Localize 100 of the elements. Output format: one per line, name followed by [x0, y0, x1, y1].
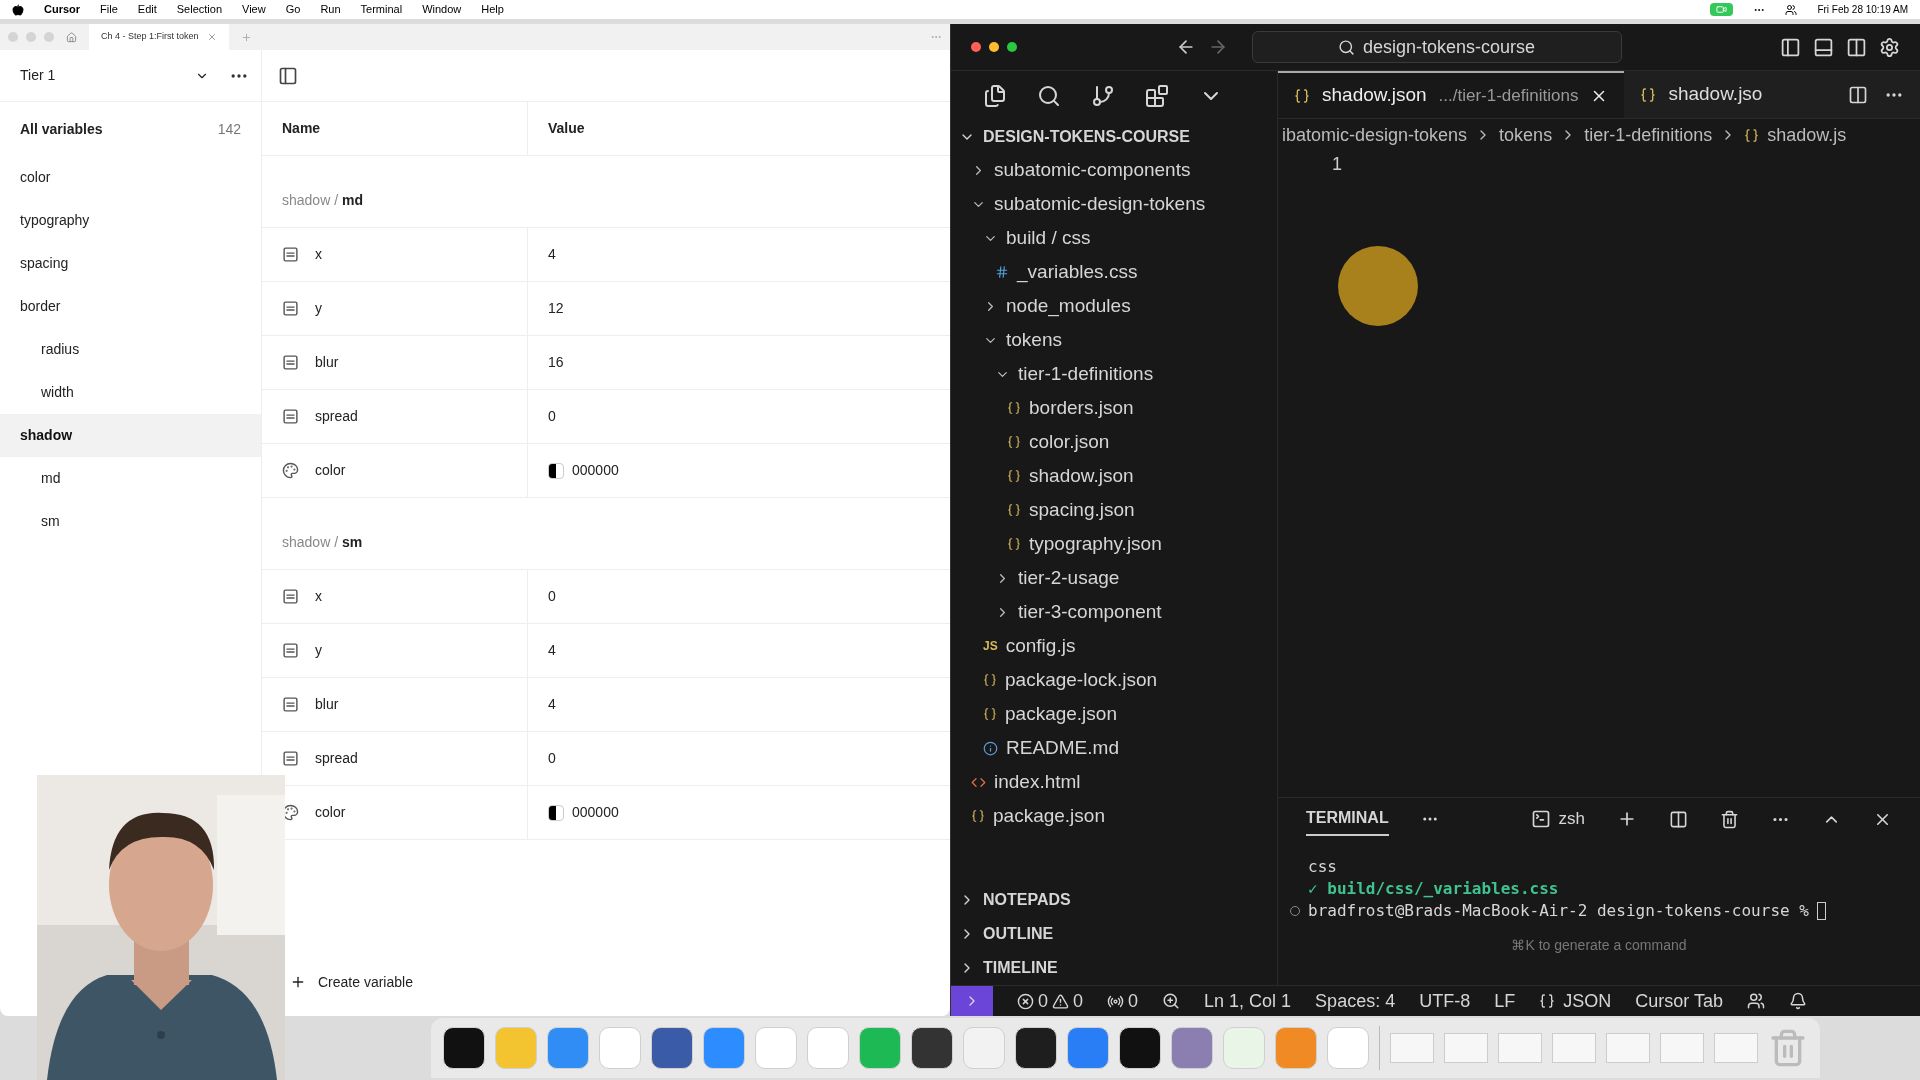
- folder-item[interactable]: build / css: [951, 221, 1277, 255]
- editor-tab[interactable]: shadow.jso: [1624, 71, 1779, 118]
- files-icon[interactable]: [983, 84, 1007, 108]
- variable-value[interactable]: 16: [548, 352, 564, 373]
- subgroup-item[interactable]: md: [0, 457, 261, 500]
- variable-name[interactable]: blur: [315, 352, 339, 373]
- minimize-button[interactable]: [989, 42, 999, 52]
- variable-name[interactable]: y: [315, 298, 322, 319]
- status-item[interactable]: Ln 1, Col 1: [1204, 987, 1292, 1015]
- explorer-entry[interactable]: typography.json: [951, 527, 1277, 561]
- variable-value[interactable]: 12: [548, 298, 564, 319]
- window-thumbnail[interactable]: [1551, 1033, 1596, 1063]
- app-icon[interactable]: [1118, 1027, 1161, 1069]
- variable-value[interactable]: 0: [548, 406, 556, 427]
- menu-item[interactable]: Help: [481, 1, 504, 18]
- zoom-button[interactable]: [1007, 42, 1017, 52]
- terminal-tab[interactable]: TERMINAL: [1306, 802, 1389, 836]
- explorer-root-header[interactable]: DESIGN-TOKENS-COURSE: [951, 121, 1277, 153]
- variable-value[interactable]: 0: [548, 748, 556, 769]
- window-thumbnail[interactable]: [1713, 1033, 1758, 1063]
- app-icon[interactable]: [910, 1027, 953, 1069]
- group-item[interactable]: typography: [0, 199, 261, 242]
- explorer-entry[interactable]: package.json: [951, 799, 1277, 833]
- variable-name[interactable]: spread: [315, 406, 358, 427]
- breadcrumb[interactable]: tier-1-definitions: [1584, 121, 1713, 149]
- section-header[interactable]: TIMELINE: [951, 951, 1277, 985]
- app-icon[interactable]: [442, 1027, 485, 1069]
- explorer-entry[interactable]: JS config.js: [951, 629, 1277, 663]
- search-icon[interactable]: [1037, 84, 1061, 108]
- menu-item[interactable]: Window: [422, 1, 462, 18]
- variable-name[interactable]: color: [315, 802, 346, 823]
- group-item[interactable]: border: [0, 285, 261, 328]
- sidebar-toggle-icon[interactable]: [278, 65, 298, 86]
- clock[interactable]: Fri Feb 28 10:19 AM: [1817, 2, 1908, 17]
- explorer-entry[interactable]: package.json: [951, 697, 1277, 731]
- explorer-entry[interactable]: color.json: [951, 425, 1277, 459]
- variable-name[interactable]: y: [315, 640, 322, 661]
- folder-item[interactable]: subatomic-design-tokens: [951, 187, 1277, 221]
- window-thumbnail[interactable]: [1605, 1033, 1650, 1063]
- explorer-entry[interactable]: borders.json: [951, 391, 1277, 425]
- home-icon[interactable]: [66, 31, 77, 43]
- variable-name[interactable]: spread: [315, 748, 358, 769]
- folder-item[interactable]: tier-1-definitions: [951, 357, 1277, 391]
- subgroup-item[interactable]: sm: [0, 500, 261, 543]
- cursor-tab-status[interactable]: Cursor Tab: [1635, 987, 1723, 1015]
- trash-icon[interactable]: [1720, 809, 1739, 829]
- window-thumbnail[interactable]: [1659, 1033, 1704, 1063]
- app-icon[interactable]: [1014, 1027, 1057, 1069]
- menu-item[interactable]: Run: [320, 1, 341, 18]
- folder-item[interactable]: tier-3-component: [951, 595, 1277, 629]
- command-search-field[interactable]: design-tokens-course: [1251, 31, 1622, 63]
- split-terminal-icon[interactable]: [1669, 809, 1688, 829]
- breadcrumb[interactable]: tokens: [1499, 121, 1553, 149]
- window-thumbnail[interactable]: [1497, 1033, 1542, 1063]
- menu-item[interactable]: View: [242, 1, 266, 18]
- create-variable-button[interactable]: Create variable: [290, 971, 413, 993]
- menu-item[interactable]: Go: [285, 1, 301, 18]
- status-item[interactable]: Spaces: 4: [1315, 987, 1396, 1015]
- variable-name[interactable]: blur: [315, 694, 339, 715]
- subgroup-item[interactable]: radius: [0, 328, 261, 371]
- bell-icon[interactable]: [1788, 992, 1807, 1010]
- explorer-entry[interactable]: package-lock.json: [951, 663, 1277, 697]
- variable-value[interactable]: 0: [548, 586, 556, 607]
- window-thumbnail[interactable]: [1389, 1033, 1434, 1063]
- shell-selector[interactable]: zsh: [1530, 806, 1585, 832]
- panel-bottom-icon[interactable]: [1813, 36, 1834, 58]
- group-item[interactable]: spacing: [0, 242, 261, 285]
- browser-tab[interactable]: Ch 4 - Step 1:First token: [89, 24, 229, 50]
- panel-left-icon[interactable]: [1780, 36, 1801, 58]
- color-swatch[interactable]: [548, 462, 564, 479]
- subgroup-item[interactable]: width: [0, 371, 261, 414]
- menu-item[interactable]: Terminal: [360, 1, 403, 18]
- section-header[interactable]: NOTEPADS: [951, 883, 1277, 917]
- language-mode[interactable]: JSON: [1539, 987, 1612, 1015]
- settings-icon[interactable]: [1879, 36, 1900, 58]
- color-swatch[interactable]: [548, 804, 564, 821]
- section-header[interactable]: OUTLINE: [951, 917, 1277, 951]
- group-item[interactable]: shadow: [0, 414, 261, 457]
- status-item[interactable]: LF: [1494, 987, 1516, 1015]
- menu-item[interactable]: File: [100, 1, 118, 18]
- folder-item[interactable]: tier-2-usage: [951, 561, 1277, 595]
- zoom-icon[interactable]: [1162, 992, 1181, 1010]
- group-item[interactable]: color: [0, 156, 261, 199]
- explorer-entry[interactable]: spacing.json: [951, 493, 1277, 527]
- menu-item[interactable]: Selection: [176, 1, 223, 18]
- variable-value[interactable]: 4: [548, 694, 556, 715]
- collection-dropdown[interactable]: Tier 1: [12, 59, 217, 92]
- split-editor-icon[interactable]: [1848, 84, 1868, 105]
- columns-icon[interactable]: [1846, 36, 1867, 58]
- variable-value[interactable]: 000000: [572, 460, 619, 481]
- explorer-entry[interactable]: _variables.css: [951, 255, 1277, 289]
- window-thumbnail[interactable]: [1443, 1033, 1488, 1063]
- folder-item[interactable]: tokens: [951, 323, 1277, 357]
- folder-item[interactable]: subatomic-components: [951, 153, 1277, 187]
- explorer-entry[interactable]: README.md: [951, 731, 1277, 765]
- variable-name[interactable]: x: [315, 586, 322, 607]
- user-switch-icon[interactable]: [1785, 3, 1798, 16]
- explorer-entry[interactable]: index.html: [951, 765, 1277, 799]
- close-button[interactable]: [971, 42, 981, 52]
- explorer-entry[interactable]: shadow.json: [951, 459, 1277, 493]
